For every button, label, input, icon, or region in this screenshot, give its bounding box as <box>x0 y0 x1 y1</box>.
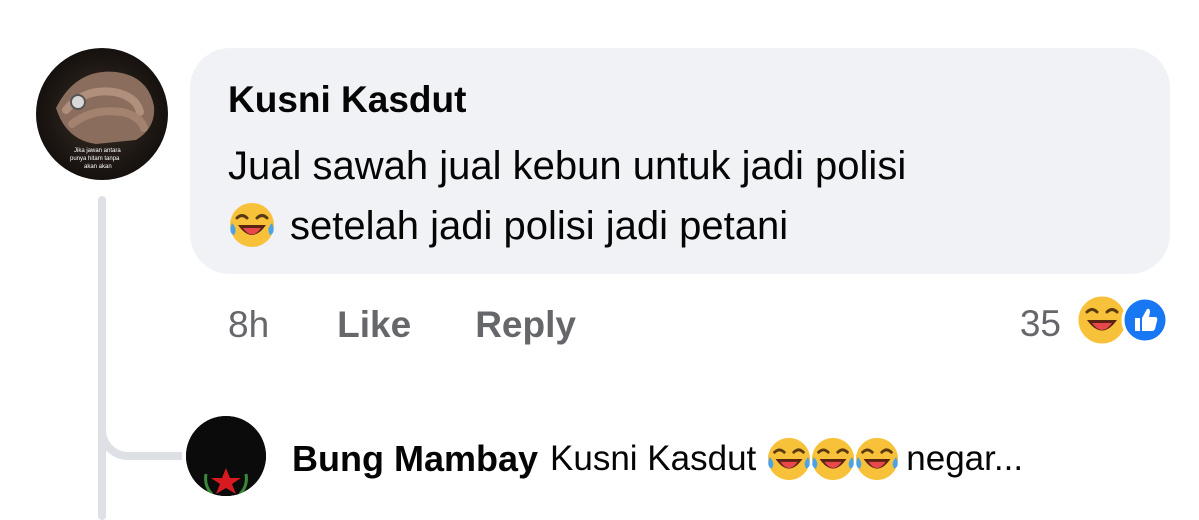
reply-text-suffix: negar... <box>906 439 1024 478</box>
laughing-tears-emoji-icon <box>768 437 811 481</box>
svg-text:akan akan: akan akan <box>84 164 112 170</box>
reply-text: Kusni Kasdut negar... <box>550 436 1023 482</box>
reply-mention[interactable]: Kusni Kasdut <box>550 439 756 479</box>
laughing-tears-emoji-icon <box>856 437 899 481</box>
reply-author-avatar[interactable] <box>186 416 266 496</box>
commenter-avatar[interactable]: Jika jawan antara punya hitam tanpa akan… <box>36 48 168 180</box>
svg-text:punya hitam tanpa: punya hitam tanpa <box>70 156 120 162</box>
comment-text-line-2: setelah jadi polisi jadi petani <box>228 196 1128 266</box>
reply-preview[interactable]: Bung Mambay Kusni Kasdut negar... <box>292 432 1023 486</box>
reply-connector-curve <box>98 400 182 460</box>
comment-author-name[interactable]: Kusni Kasdut <box>228 78 1130 122</box>
comment-text-line-1: Jual sawah jual kebun untuk jadi polisi <box>228 144 907 188</box>
comment-text: Jual sawah jual kebun untuk jadi polisi … <box>228 136 1128 266</box>
reply-button[interactable]: Reply <box>475 304 576 346</box>
laughing-tears-emoji-icon <box>228 201 276 266</box>
reply-avatar-image <box>186 416 266 496</box>
reply-emojis <box>766 436 899 482</box>
reaction-count: 35 <box>1019 303 1061 344</box>
thread-connector-line <box>98 196 106 520</box>
laughing-tears-emoji-icon <box>812 437 855 481</box>
comment-timestamp[interactable]: 8h <box>228 304 269 346</box>
comment-actions: 8h Like Reply <box>228 300 640 350</box>
avatar-image: Jika jawan antara punya hitam tanpa akan… <box>36 48 168 180</box>
like-icon <box>1121 296 1169 353</box>
reaction-icons <box>1075 293 1169 356</box>
svg-text:Jika jawan antara: Jika jawan antara <box>74 148 121 154</box>
comment-bubble: Kusni Kasdut Jual sawah jual kebun untuk… <box>190 48 1170 274</box>
reply-author-name[interactable]: Bung Mambay <box>292 438 538 480</box>
reactions-summary[interactable]: 35 <box>1019 293 1169 352</box>
like-button[interactable]: Like <box>337 304 411 346</box>
comment-text-line-2-text: setelah jadi polisi jadi petani <box>290 204 789 248</box>
